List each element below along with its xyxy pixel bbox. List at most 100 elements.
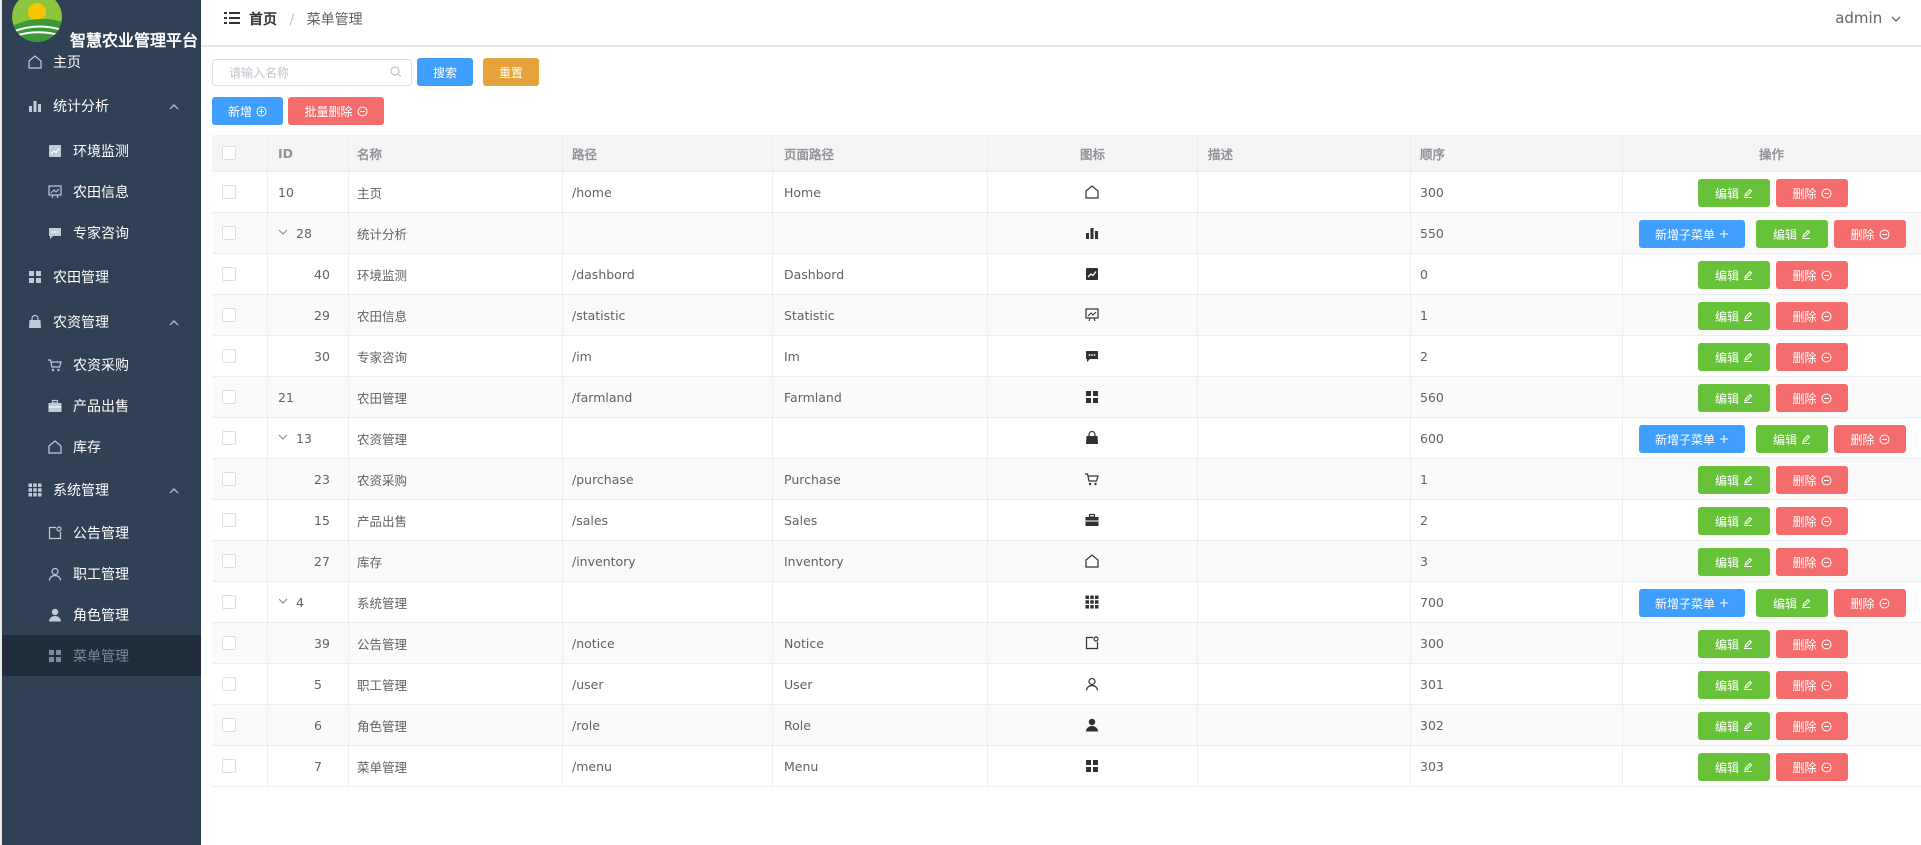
sidebar-item-1[interactable]: 主页 [2, 40, 201, 84]
sidebar-item-4[interactable]: 农田信息 [2, 171, 201, 212]
batch-delete-button[interactable]: 批量删除 [288, 97, 384, 125]
sidebar-item-3[interactable]: 环境监测 [2, 130, 201, 171]
delete-button[interactable]: 删除 [1776, 671, 1848, 699]
row-checkbox[interactable] [222, 636, 236, 650]
expand-chevron-icon[interactable] [278, 597, 288, 608]
row-name: 主页 [357, 185, 383, 201]
row-order: 550 [1420, 225, 1444, 241]
row-checkbox[interactable] [222, 554, 236, 568]
edit-button[interactable]: 编辑 [1698, 179, 1770, 207]
delete-button[interactable]: 删除 [1776, 712, 1848, 740]
edit-button[interactable]: 编辑 [1698, 671, 1770, 699]
sidebar-item-5[interactable]: 专家咨询 [2, 212, 201, 253]
sidebar-item-7[interactable]: 农资管理 [2, 300, 201, 344]
row-checkbox[interactable] [222, 185, 236, 199]
sidebar-item-label: 专家咨询 [73, 225, 129, 242]
delete-button[interactable]: 删除 [1834, 589, 1906, 617]
row-checkbox[interactable] [222, 226, 236, 240]
row-checkbox[interactable] [222, 472, 236, 486]
apps-icon [1084, 594, 1100, 610]
row-checkbox[interactable] [222, 677, 236, 691]
sidebar-item-8[interactable]: 农资采购 [2, 344, 201, 385]
row-checkbox[interactable] [222, 513, 236, 527]
sidebar-item-11[interactable]: 系统管理 [2, 468, 201, 512]
delete-button[interactable]: 删除 [1776, 507, 1848, 535]
search-field[interactable] [212, 59, 412, 86]
row-name: 农资采购 [357, 472, 408, 488]
sidebar-item-10[interactable]: 库存 [2, 426, 201, 467]
bag-icon [27, 314, 43, 330]
delete-button[interactable]: 删除 [1776, 630, 1848, 658]
delete-button[interactable]: 删除 [1776, 548, 1848, 576]
delete-button[interactable]: 删除 [1776, 466, 1848, 494]
add-button[interactable]: 新增 [212, 97, 283, 125]
add-child-button[interactable]: 新增子菜单 [1639, 589, 1745, 617]
row-checkbox[interactable] [222, 349, 236, 363]
sidebar-item-14[interactable]: 角色管理 [2, 594, 201, 635]
sidebar-item-15[interactable]: 菜单管理 [2, 635, 201, 676]
chat-icon [1084, 348, 1100, 364]
delete-button[interactable]: 删除 [1776, 261, 1848, 289]
edit-button[interactable]: 编辑 [1698, 548, 1770, 576]
edit-button[interactable]: 编辑 [1756, 220, 1828, 248]
edit-button-label: 编辑 [1714, 637, 1739, 652]
edit-icon [1743, 516, 1753, 526]
edit-button[interactable]: 编辑 [1698, 712, 1770, 740]
row-id: 4 [296, 594, 304, 610]
sidebar-item-2[interactable]: 统计分析 [2, 84, 201, 128]
row-checkbox[interactable] [222, 431, 236, 445]
add-child-button-label: 新增子菜单 [1654, 227, 1715, 242]
sidebar-item-label: 角色管理 [73, 607, 129, 624]
row-checkbox[interactable] [222, 595, 236, 609]
breadcrumb-home[interactable]: 首页 [249, 12, 277, 28]
user-menu[interactable]: admin [1835, 9, 1901, 27]
delete-button[interactable]: 删除 [1776, 343, 1848, 371]
row-checkbox[interactable] [222, 267, 236, 281]
select-all-checkbox[interactable] [222, 146, 236, 160]
search-button[interactable]: 搜索 [417, 58, 473, 86]
edit-button[interactable]: 编辑 [1698, 343, 1770, 371]
row-checkbox[interactable] [222, 718, 236, 732]
sidebar-item-6[interactable]: 农田管理 [2, 255, 201, 299]
edit-button-label: 编辑 [1714, 678, 1739, 693]
delete-button-label: 删除 [1850, 596, 1875, 611]
add-child-button[interactable]: 新增子菜单 [1639, 425, 1745, 453]
edit-button[interactable]: 编辑 [1698, 302, 1770, 330]
delete-button-label: 删除 [1792, 760, 1817, 775]
edit-button[interactable]: 编辑 [1698, 507, 1770, 535]
edit-button-label: 编辑 [1714, 514, 1739, 529]
row-checkbox[interactable] [222, 390, 236, 404]
edit-button[interactable]: 编辑 [1698, 384, 1770, 412]
reset-button[interactable]: 重置 [483, 58, 539, 86]
delete-button[interactable]: 删除 [1776, 384, 1848, 412]
expand-chevron-icon[interactable] [278, 433, 288, 444]
delete-button-label: 删除 [1792, 350, 1817, 365]
delete-button[interactable]: 删除 [1776, 753, 1848, 781]
delete-button[interactable]: 删除 [1776, 302, 1848, 330]
row-checkbox[interactable] [222, 308, 236, 322]
add-child-button[interactable]: 新增子菜单 [1639, 220, 1745, 248]
circle-plus-icon [256, 106, 267, 117]
sidebar-item-13[interactable]: 职工管理 [2, 553, 201, 594]
row-checkbox[interactable] [222, 759, 236, 773]
apps-icon [27, 482, 43, 498]
search-input[interactable] [213, 60, 383, 85]
row-name: 环境监测 [357, 267, 408, 283]
sidebar-item-label: 库存 [73, 439, 101, 456]
hamburger-icon[interactable] [224, 11, 240, 29]
row-name: 农资管理 [357, 431, 408, 447]
delete-button[interactable]: 删除 [1834, 220, 1906, 248]
expand-chevron-icon[interactable] [278, 228, 288, 239]
delete-button[interactable]: 删除 [1834, 425, 1906, 453]
delete-button[interactable]: 删除 [1776, 179, 1848, 207]
edit-button[interactable]: 编辑 [1698, 466, 1770, 494]
row-order: 2 [1420, 512, 1428, 528]
table-row: 40 环境监测/dashbord Dashbord 0 编辑 删除 [212, 254, 1921, 295]
edit-button[interactable]: 编辑 [1698, 630, 1770, 658]
sidebar-item-9[interactable]: 产品出售 [2, 385, 201, 426]
sidebar-item-12[interactable]: 公告管理 [2, 512, 201, 553]
edit-button[interactable]: 编辑 [1698, 753, 1770, 781]
edit-button[interactable]: 编辑 [1756, 425, 1828, 453]
edit-button[interactable]: 编辑 [1698, 261, 1770, 289]
edit-button[interactable]: 编辑 [1756, 589, 1828, 617]
